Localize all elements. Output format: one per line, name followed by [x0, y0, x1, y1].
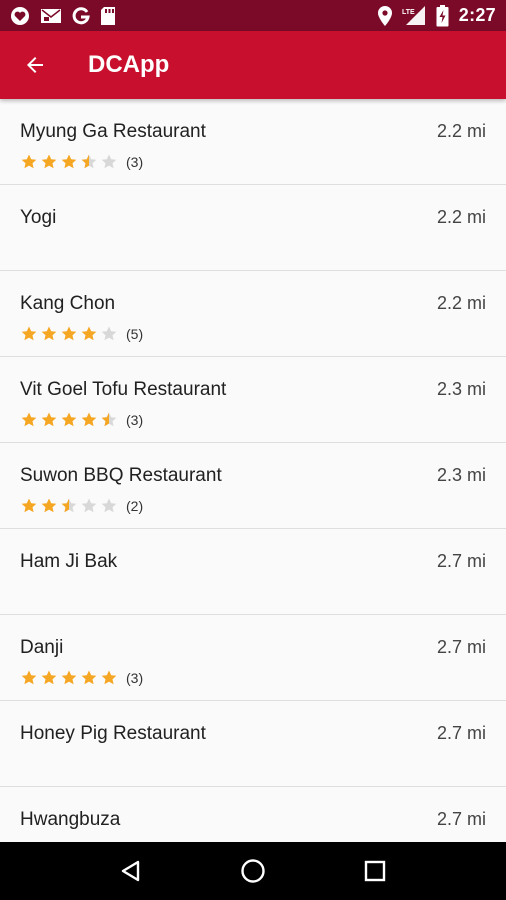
restaurant-distance: 2.3 mi: [436, 465, 486, 485]
location-icon: [377, 5, 392, 26]
battery-icon: [436, 4, 449, 27]
restaurant-name: Kang Chon: [20, 293, 116, 314]
review-count: (3): [126, 670, 144, 686]
star-filled-icon: [101, 670, 117, 685]
star-half-icon: [101, 412, 117, 427]
star-filled-icon: [61, 154, 77, 169]
star-half-icon: [61, 498, 77, 513]
restaurant-name: Yogi: [20, 207, 57, 228]
stars: [20, 497, 118, 515]
star-filled-icon: [61, 326, 77, 341]
star-rating: (3): [20, 669, 143, 687]
star-filled-icon: [21, 670, 37, 685]
page-title: DCApp: [88, 51, 170, 78]
star-filled-icon: [41, 412, 57, 427]
star-half-icon: [81, 154, 97, 169]
system-nav-bar: [0, 842, 506, 900]
review-count: (3): [126, 154, 144, 170]
svg-text:LTE: LTE: [402, 9, 415, 16]
star-filled-icon: [61, 412, 77, 427]
google-icon: [72, 6, 90, 26]
star-rating: (2): [20, 497, 143, 515]
recents-square-icon: [364, 860, 386, 882]
back-button[interactable]: [0, 31, 70, 99]
restaurant-distance: 2.7 mi: [436, 637, 486, 657]
restaurant-distance: 2.7 mi: [436, 551, 486, 571]
home-circle-icon: [241, 859, 265, 883]
list-item[interactable]: Myung Ga Restaurant 2.2 mi (3): [0, 99, 506, 185]
lte-signal-icon: LTE: [402, 5, 426, 26]
stars: [20, 325, 118, 343]
restaurant-name: Vit Goel Tofu Restaurant: [20, 379, 227, 400]
app-bar: DCApp: [0, 31, 506, 99]
star-empty-icon: [81, 498, 97, 513]
star-filled-icon: [41, 670, 57, 685]
star-rating: (3): [20, 153, 143, 171]
restaurant-distance: 2.2 mi: [436, 207, 486, 227]
star-filled-icon: [41, 326, 57, 341]
star-filled-icon: [21, 326, 37, 341]
star-filled-icon: [41, 154, 57, 169]
star-rating: (5): [20, 325, 143, 343]
list-item[interactable]: Kang Chon 2.2 mi (5): [0, 271, 506, 357]
list-item[interactable]: Hwangbuza 2.7 mi: [0, 787, 506, 842]
restaurant-name: Honey Pig Restaurant: [20, 723, 206, 744]
review-count: (2): [126, 498, 144, 514]
review-count: (3): [126, 412, 144, 428]
list-item[interactable]: Danji 2.7 mi (3): [0, 615, 506, 701]
status-right-icons: LTE 2:27: [377, 4, 496, 27]
restaurant-name: Ham Ji Bak: [20, 551, 118, 572]
arrow-left-icon: [27, 57, 43, 73]
restaurant-distance: 2.2 mi: [436, 121, 486, 141]
back-triangle-icon: [121, 860, 140, 882]
stars: [20, 153, 118, 171]
status-left-icons: [10, 6, 116, 26]
restaurant-distance: 2.2 mi: [436, 293, 486, 313]
star-rating: (3): [20, 411, 143, 429]
star-filled-icon: [21, 498, 37, 513]
status-time: 2:27: [458, 5, 496, 25]
restaurant-list[interactable]: Myung Ga Restaurant 2.2 mi (3) Yogi 2.2 mi Ka…: [0, 99, 506, 842]
restaurant-name: Suwon BBQ Restaurant: [20, 465, 222, 486]
restaurant-distance: 2.7 mi: [436, 809, 486, 829]
heart-notification-icon: [10, 6, 30, 26]
star-filled-icon: [81, 326, 97, 341]
stars: [20, 411, 118, 429]
restaurant-name: Hwangbuza: [20, 809, 121, 830]
star-filled-icon: [61, 670, 77, 685]
sd-card-icon: [100, 6, 116, 26]
star-filled-icon: [41, 498, 57, 513]
star-filled-icon: [21, 154, 37, 169]
list-item[interactable]: Honey Pig Restaurant 2.7 mi: [0, 701, 506, 787]
stars: [20, 669, 118, 687]
status-bar: LTE 2:27: [0, 0, 506, 31]
star-empty-icon: [101, 498, 117, 513]
list-item[interactable]: Ham Ji Bak 2.7 mi: [0, 529, 506, 615]
star-filled-icon: [21, 412, 37, 427]
nav-recents-button[interactable]: [351, 847, 399, 895]
restaurant-name: Myung Ga Restaurant: [20, 121, 206, 142]
restaurant-distance: 2.7 mi: [436, 723, 486, 743]
list-item[interactable]: Vit Goel Tofu Restaurant 2.3 mi (3): [0, 357, 506, 443]
review-count: (5): [126, 326, 144, 342]
restaurant-distance: 2.3 mi: [436, 379, 486, 399]
nav-home-button[interactable]: [229, 847, 277, 895]
restaurant-name: Danji: [20, 637, 64, 658]
list-item[interactable]: Suwon BBQ Restaurant 2.3 mi (2): [0, 443, 506, 529]
star-empty-icon: [101, 326, 117, 341]
star-empty-icon: [101, 154, 117, 169]
mail-icon: [40, 7, 62, 25]
star-filled-icon: [81, 412, 97, 427]
list-item[interactable]: Yogi 2.2 mi: [0, 185, 506, 271]
nav-back-button[interactable]: [107, 847, 155, 895]
star-filled-icon: [81, 670, 97, 685]
